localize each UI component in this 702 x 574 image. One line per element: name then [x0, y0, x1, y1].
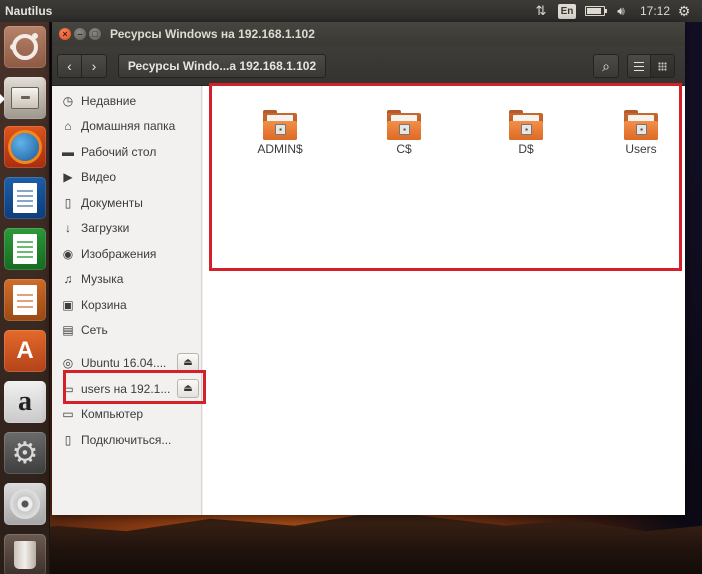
sidebar-item-videos[interactable]: ▶ Видео: [52, 166, 202, 188]
clock[interactable]: 17:12: [640, 3, 670, 19]
optical-disc-icon[interactable]: [4, 483, 46, 525]
network-icon: ▤: [62, 323, 74, 337]
highlight-box-mounted-share: [63, 370, 206, 404]
minimize-window-button[interactable]: –: [74, 28, 86, 40]
sidebar-item-label: Ubuntu 16.04....: [81, 356, 167, 370]
sidebar-item-downloads[interactable]: ↓ Загрузки: [52, 217, 202, 239]
chevron-left-icon: ‹: [67, 58, 72, 74]
sidebar-item-network[interactable]: ▤ Сеть: [52, 319, 202, 341]
toolbar: ‹ › Ресурсы Windo...а 192.168.1.102 ⌕: [52, 46, 685, 86]
location-path-button[interactable]: Ресурсы Windo...а 192.168.1.102: [118, 54, 326, 78]
maximize-window-button[interactable]: □: [89, 28, 101, 40]
forward-button[interactable]: ›: [82, 54, 107, 78]
sidebar-item-label: Изображения: [81, 247, 157, 261]
sidebar-item-label: Сеть: [81, 323, 108, 337]
list-view-icon: [634, 61, 644, 71]
places-sidebar: ◷ Недавние ⌂ Домашняя папка ▬ Рабочий ст…: [52, 86, 202, 515]
grid-view-button[interactable]: [651, 54, 675, 78]
back-button[interactable]: ‹: [57, 54, 82, 78]
sidebar-item-recent[interactable]: ◷ Недавние: [52, 90, 202, 112]
list-view-button[interactable]: [627, 54, 651, 78]
window-titlebar[interactable]: × – □ Ресурсы Windows на 192.168.1.102: [52, 22, 685, 46]
connect-server-icon: ▯: [64, 433, 72, 447]
libreoffice-impress-icon[interactable]: [4, 279, 46, 321]
sidebar-item-computer[interactable]: ▭ Компьютер: [52, 403, 202, 425]
search-icon: ⌕: [602, 57, 610, 74]
sidebar-item-label: Недавние: [81, 94, 137, 108]
system-settings-icon[interactable]: ⚙: [4, 432, 46, 474]
sidebar-item-home[interactable]: ⌂ Домашняя папка: [52, 115, 202, 137]
video-icon: ▶: [63, 170, 73, 184]
sidebar-item-label: Подключиться...: [81, 433, 172, 447]
battery-icon[interactable]: [585, 6, 607, 16]
trash-icon: ▣: [62, 298, 74, 312]
amazon-icon[interactable]: a: [4, 381, 46, 423]
sidebar-item-label: Корзина: [81, 298, 127, 312]
sidebar-item-label: Загрузки: [81, 221, 130, 235]
system-gear-icon[interactable]: ⚙: [676, 3, 692, 19]
sidebar-item-pictures[interactable]: ◉ Изображения: [52, 243, 202, 265]
folder-icon: ▬: [62, 145, 74, 159]
home-icon: ⌂: [64, 119, 72, 133]
download-icon: ↓: [65, 221, 71, 235]
camera-icon: ◉: [62, 247, 74, 261]
sidebar-item-label: Рабочий стол: [81, 145, 157, 159]
chevron-right-icon: ›: [91, 58, 97, 74]
sidebar-item-label: Музыка: [81, 272, 124, 286]
computer-icon: ▭: [62, 407, 74, 421]
network-arrows-icon[interactable]: ⇅: [533, 3, 549, 19]
grid-view-icon: [658, 61, 667, 71]
sidebar-item-music[interactable]: ♫ Музыка: [52, 268, 202, 290]
sidebar-item-label: Видео: [81, 170, 117, 184]
trash-icon[interactable]: [4, 534, 46, 574]
clock-icon: ◷: [62, 94, 74, 108]
sidebar-item-label: Домашняя папка: [81, 119, 176, 133]
highlight-box-shares: [209, 83, 682, 271]
software-center-icon[interactable]: A: [4, 330, 46, 372]
firefox-icon[interactable]: [4, 126, 46, 168]
libreoffice-writer-icon[interactable]: [4, 177, 46, 219]
launcher: A a ⚙: [0, 22, 50, 574]
keyboard-layout-indicator[interactable]: En: [558, 4, 576, 19]
search-button[interactable]: ⌕: [593, 54, 619, 78]
sidebar-item-label: Документы: [81, 196, 143, 210]
top-panel: Nautilus ⇅ En 🔊︎ 17:12 ⚙: [0, 0, 702, 22]
files-app-icon[interactable]: [4, 77, 46, 119]
document-icon: ▯: [64, 196, 72, 210]
music-icon: ♫: [63, 272, 73, 286]
sidebar-item-documents[interactable]: ▯ Документы: [52, 192, 202, 214]
active-app-title: Nautilus: [5, 4, 53, 18]
sidebar-item-trash[interactable]: ▣ Корзина: [52, 294, 202, 316]
disc-icon: ◎: [62, 356, 74, 370]
eject-icon: ⏏: [183, 357, 193, 368]
ubuntu-dash-icon[interactable]: [4, 26, 46, 68]
volume-icon[interactable]: 🔊︎: [612, 3, 630, 19]
window-title: Ресурсы Windows на 192.168.1.102: [110, 27, 315, 41]
sidebar-item-label: Компьютер: [81, 407, 144, 421]
sidebar-item-desktop[interactable]: ▬ Рабочий стол: [52, 141, 202, 163]
close-window-button[interactable]: ×: [59, 28, 71, 40]
libreoffice-calc-icon[interactable]: [4, 228, 46, 270]
sidebar-item-connect-server[interactable]: ▯ Подключиться...: [52, 429, 202, 451]
